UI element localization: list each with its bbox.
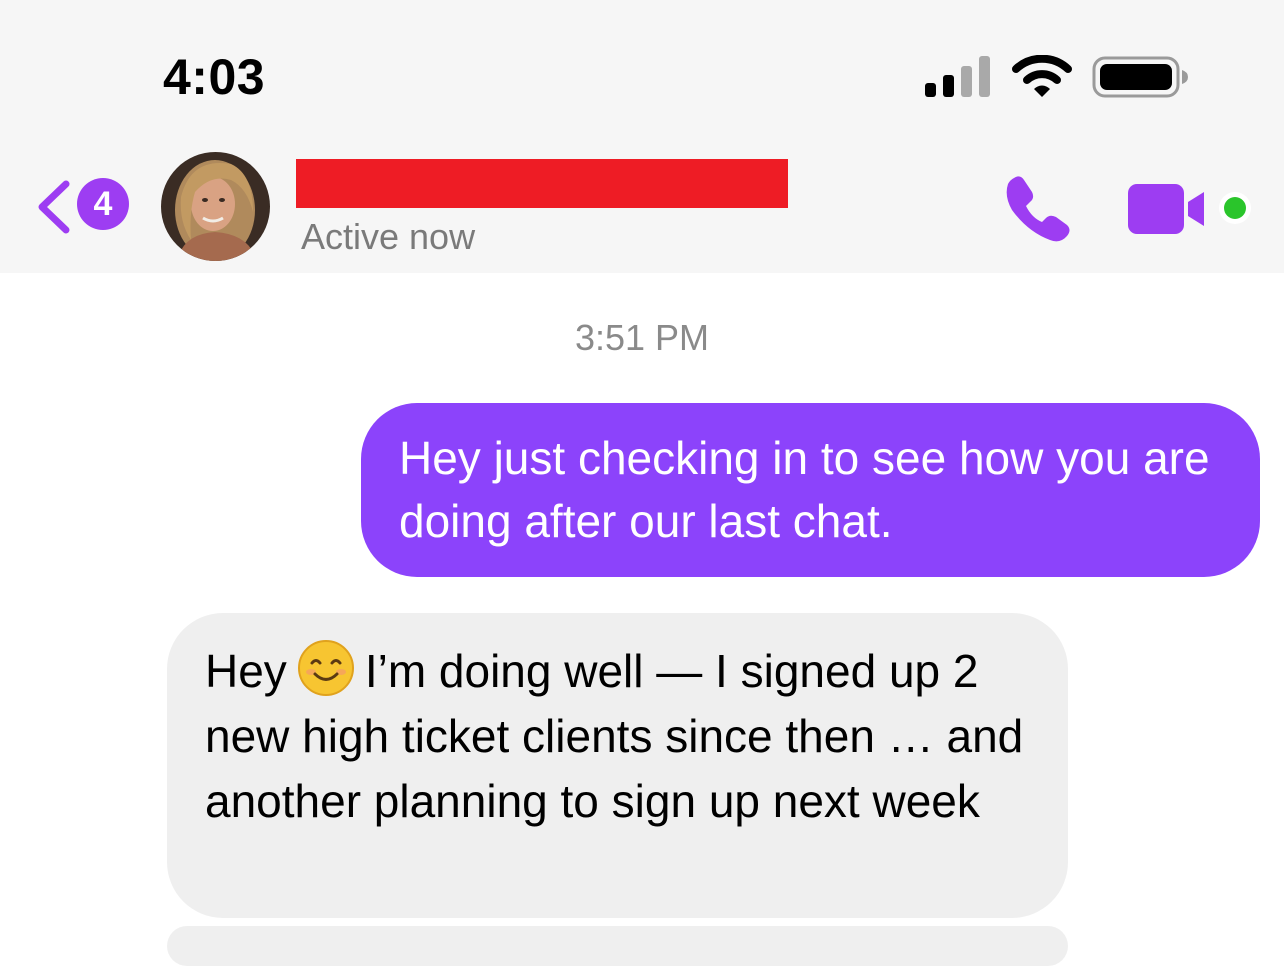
avatar-photo — [161, 152, 270, 261]
chevron-left-icon — [38, 180, 70, 234]
contact-name-redacted — [296, 159, 788, 208]
cellular-signal-icon — [925, 56, 990, 97]
sent-message-bubble[interactable]: Hey just checking in to see how you are … — [361, 403, 1260, 577]
received-message-text-start: Hey — [205, 645, 287, 697]
sent-message-text: Hey just checking in to see how you are … — [399, 432, 1210, 547]
status-bar: 4:03 — [0, 0, 1284, 140]
chat-header: 4 Active now — [0, 140, 1284, 273]
unread-count-badge: 4 — [77, 178, 129, 230]
contact-avatar[interactable] — [161, 152, 270, 261]
phone-icon[interactable] — [1000, 170, 1076, 246]
next-message-bubble[interactable] — [167, 926, 1068, 966]
video-camera-icon[interactable] — [1124, 178, 1214, 238]
active-status-text: Active now — [301, 216, 476, 257]
status-time: 4:03 — [163, 49, 266, 105]
received-message-bubble[interactable]: Hey I’m doing well — I signed up 2 new h… — [167, 613, 1068, 918]
back-button[interactable]: 4 — [32, 174, 137, 240]
wifi-icon — [1012, 55, 1072, 97]
smiling-face-icon — [297, 640, 354, 696]
active-status-dot — [1219, 192, 1251, 224]
battery-icon — [1092, 56, 1188, 98]
message-timestamp: 3:51 PM — [574, 317, 710, 358]
